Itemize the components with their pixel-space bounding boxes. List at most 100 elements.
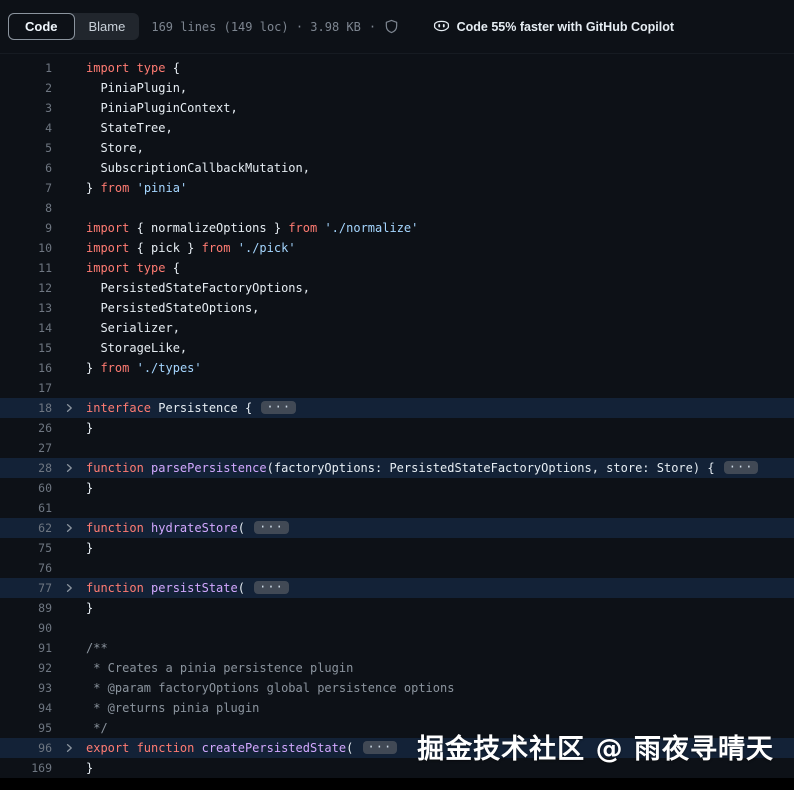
code-text: } (86, 541, 94, 555)
line-number[interactable]: 7 (0, 178, 52, 198)
code-text: PersistedStateOptions, (86, 301, 260, 315)
line-number[interactable]: 27 (0, 438, 52, 458)
collapsed-code-badge[interactable]: ··· (254, 521, 289, 534)
file-meta: 169 lines (149 loc) · 3.98 KB · (151, 19, 399, 34)
code-line: 75} (0, 538, 794, 558)
line-number[interactable]: 60 (0, 478, 52, 498)
code-line: 1 import type { (0, 58, 794, 78)
line-number[interactable]: 95 (0, 718, 52, 738)
code-text: import { normalizeOptions } from './norm… (86, 221, 419, 235)
copilot-banner[interactable]: Code 55% faster with GitHub Copilot (433, 18, 674, 35)
line-number[interactable]: 28 (0, 458, 52, 478)
file-meta-text: 169 lines (149 loc) · 3.98 KB (151, 19, 361, 34)
line-number[interactable]: 26 (0, 418, 52, 438)
collapse-chevron-icon[interactable] (52, 518, 86, 538)
copilot-banner-text: Code 55% faster with GitHub Copilot (456, 19, 674, 34)
collapsed-code-badge[interactable]: ··· (723, 461, 759, 474)
code-line: 93 * @param factoryOptions global persis… (0, 678, 794, 698)
code-line: 28 function parsePersistence(factoryOptio… (0, 458, 794, 478)
code-line: 3 PiniaPluginContext, (0, 98, 794, 118)
code-line: 16} from './types' (0, 358, 794, 378)
code-text: function persistState( ··· (86, 578, 289, 598)
shield-icon[interactable] (384, 19, 399, 34)
line-number[interactable]: 76 (0, 558, 52, 578)
collapse-chevron-icon[interactable] (52, 738, 86, 758)
collapse-chevron-icon[interactable] (52, 398, 86, 418)
code-text: } (86, 761, 94, 775)
code-line: 4 StateTree, (0, 118, 794, 138)
line-number[interactable]: 1 (0, 58, 52, 78)
code-line: 27 (0, 438, 794, 458)
code-line: 12 PersistedStateFactoryOptions, (0, 278, 794, 298)
code-text: StateTree, (86, 121, 173, 135)
line-number[interactable]: 94 (0, 698, 52, 718)
meta-separator: · (368, 19, 377, 34)
line-number[interactable]: 13 (0, 298, 52, 318)
code-text: } (86, 601, 94, 615)
code-text: * @param factoryOptions global persisten… (86, 681, 455, 695)
line-number[interactable]: 8 (0, 198, 52, 218)
collapse-chevron-icon[interactable] (52, 578, 86, 598)
code-text: PiniaPluginContext, (86, 101, 238, 115)
line-number[interactable]: 14 (0, 318, 52, 338)
line-number[interactable]: 91 (0, 638, 52, 658)
code-line: 18 interface Persistence { ··· (0, 398, 794, 418)
code-text: import { pick } from './pick' (86, 241, 296, 255)
line-number[interactable]: 12 (0, 278, 52, 298)
line-number[interactable]: 10 (0, 238, 52, 258)
code-line: 2 PiniaPlugin, (0, 78, 794, 98)
line-number[interactable]: 16 (0, 358, 52, 378)
code-line: 17 (0, 378, 794, 398)
collapsed-code-badge[interactable]: ··· (362, 741, 398, 754)
collapsed-code-badge[interactable]: ··· (261, 401, 297, 414)
line-number[interactable]: 18 (0, 398, 52, 418)
line-number[interactable]: 4 (0, 118, 52, 138)
line-number[interactable]: 9 (0, 218, 52, 238)
line-number[interactable]: 77 (0, 578, 52, 598)
collapsed-code-badge[interactable]: ··· (254, 581, 289, 594)
file-toolbar: Code Blame 169 lines (149 loc) · 3.98 KB… (0, 0, 794, 54)
line-number[interactable]: 90 (0, 618, 52, 638)
code-text: Serializer, (86, 321, 180, 335)
line-number[interactable]: 2 (0, 78, 52, 98)
line-number[interactable]: 6 (0, 158, 52, 178)
line-number[interactable]: 169 (0, 758, 52, 778)
line-number[interactable]: 92 (0, 658, 52, 678)
code-line: 91 /** (0, 638, 794, 658)
code-line: 94 * @returns pinia plugin (0, 698, 794, 718)
collapse-chevron-icon[interactable] (52, 458, 86, 478)
code-line: 11 import type { (0, 258, 794, 278)
code-text: */ (86, 721, 108, 735)
line-number[interactable]: 89 (0, 598, 52, 618)
line-number[interactable]: 5 (0, 138, 52, 158)
tab-blame[interactable]: Blame (75, 13, 140, 40)
line-number[interactable]: 93 (0, 678, 52, 698)
code-text: interface Persistence { ··· (86, 398, 297, 418)
line-number[interactable]: 11 (0, 258, 52, 278)
line-number[interactable]: 75 (0, 538, 52, 558)
code-line: 8 (0, 198, 794, 218)
line-number[interactable]: 17 (0, 378, 52, 398)
code-text: * Creates a pinia persistence plugin (86, 661, 354, 675)
line-number[interactable]: 3 (0, 98, 52, 118)
line-number[interactable]: 96 (0, 738, 52, 758)
tab-code[interactable]: Code (8, 13, 75, 40)
line-number[interactable]: 62 (0, 518, 52, 538)
code-text: import type { (86, 61, 180, 75)
line-number[interactable]: 15 (0, 338, 52, 358)
line-number[interactable]: 61 (0, 498, 52, 518)
